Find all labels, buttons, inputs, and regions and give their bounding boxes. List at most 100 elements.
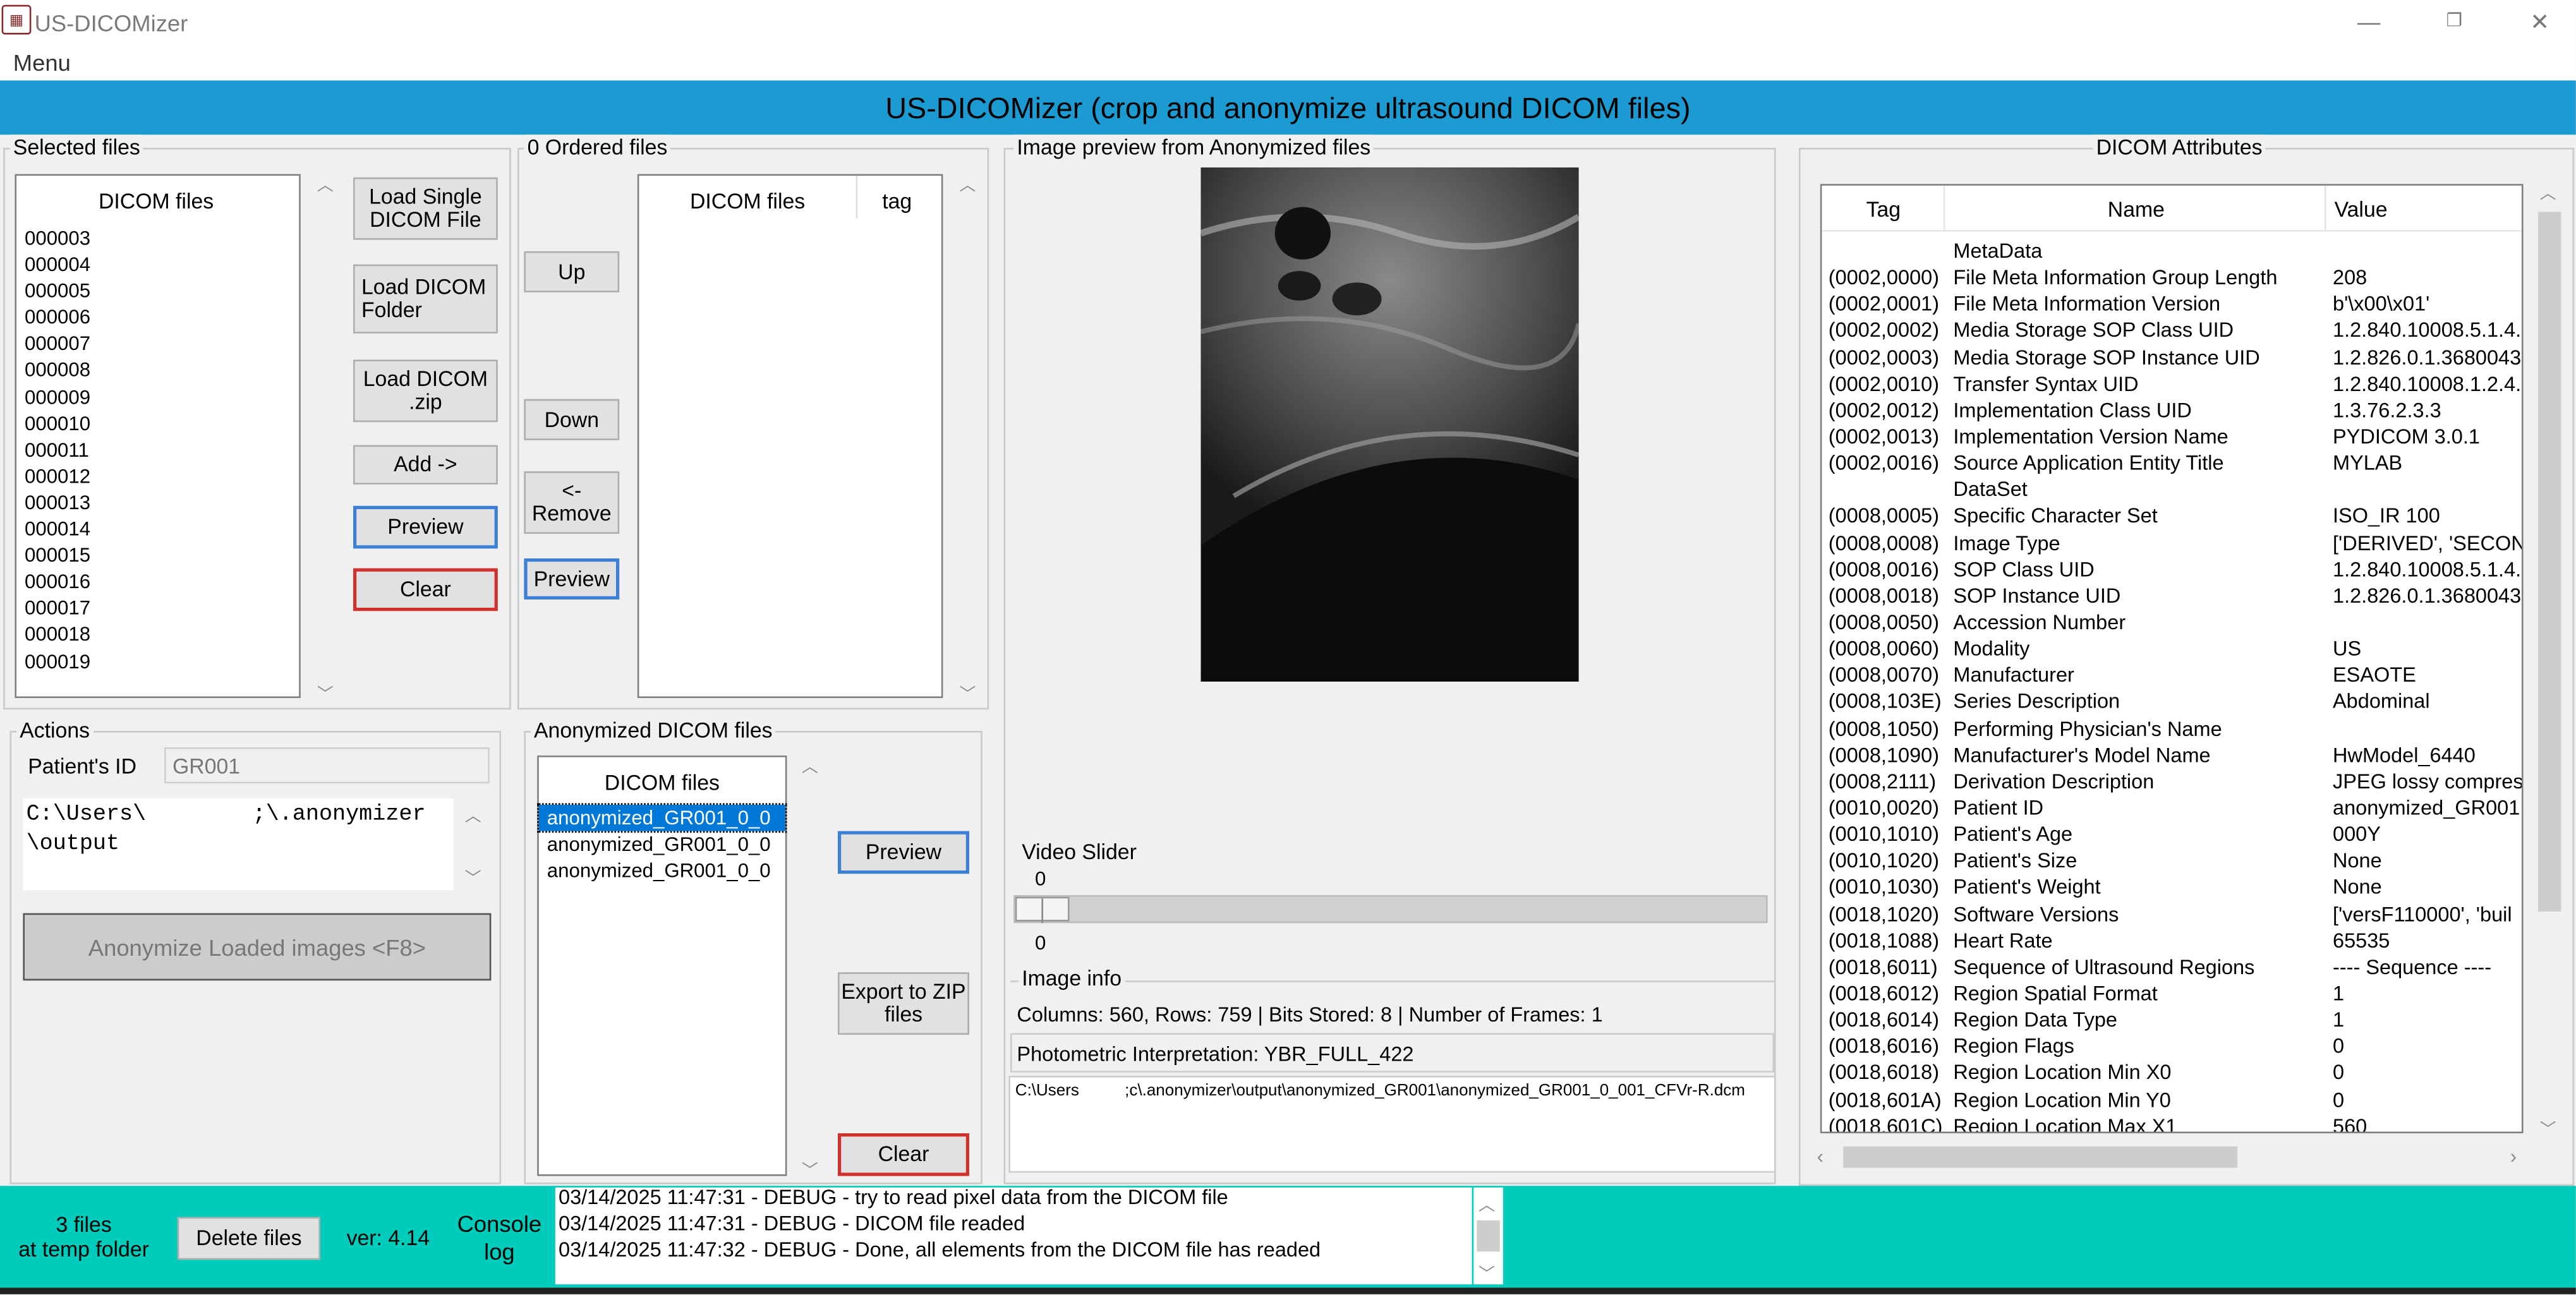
load-folder-button[interactable]: Load DICOM Folder	[353, 264, 498, 334]
ordered-files-list[interactable]: DICOM files tag	[637, 174, 943, 698]
attr-name: Region Flags	[1953, 1035, 2074, 1058]
list-item[interactable]: 000016	[25, 569, 90, 595]
anonymized-preview-button[interactable]: Preview	[838, 831, 969, 874]
attr-value: ['DERIVED', 'SECON	[2332, 531, 2524, 555]
anonymized-files-list[interactable]: DICOM files anonymized_GR001_0_0 anonymiz…	[537, 756, 787, 1176]
console-log[interactable]: 03/14/2025 11:47:31 - DEBUG - try to rea…	[555, 1187, 1472, 1285]
list-item[interactable]: 000008	[25, 357, 90, 383]
ordered-scroll-down-icon[interactable]: ﹀	[959, 680, 976, 705]
console-scroll-up-icon[interactable]: ︿	[1478, 1191, 1495, 1215]
ordered-preview-button[interactable]: Preview	[524, 558, 620, 599]
ultrasound-image	[1200, 167, 1579, 682]
scroll-up-icon[interactable]: ︿	[317, 171, 334, 196]
list-item[interactable]: 000009	[25, 383, 90, 410]
anonymized-clear-button[interactable]: Clear	[838, 1133, 969, 1176]
attr-value: ['versF110000', 'buil	[2332, 902, 2512, 926]
console-log-lines: 03/14/2025 11:47:31 - DEBUG - try to rea…	[559, 1188, 1321, 1263]
selected-preview-button[interactable]: Preview	[353, 505, 498, 549]
move-down-button[interactable]: Down	[524, 399, 620, 440]
bottom-strip	[0, 1287, 2576, 1294]
attributes-hscrollbar[interactable]: ‹ ›	[1813, 1141, 2534, 1171]
attr-scroll-up-icon[interactable]: ︿	[2540, 179, 2556, 204]
name-column-header[interactable]: Name	[2108, 197, 2165, 222]
remove-button[interactable]: <- Remove	[524, 471, 620, 534]
output-path-field[interactable]: C:\Users\ ;\.anonymizer\output	[23, 798, 454, 891]
selected-files-items: 000003 000004 000005 000006 000007 000008 0000…	[16, 225, 90, 674]
patient-id-field[interactable]: GR001	[164, 747, 490, 784]
attr-value: US	[2332, 637, 2362, 661]
anonymized-column-header: DICOM files	[604, 770, 720, 795]
value-column-header[interactable]: Value	[2335, 197, 2388, 222]
list-item[interactable]: 000006	[25, 304, 90, 331]
attr-scroll-right-icon[interactable]: ›	[2510, 1145, 2517, 1167]
attr-tag: (0008,0070)	[1828, 664, 1940, 687]
minimize-button[interactable]: —	[2336, 3, 2402, 39]
attr-value: 000Y	[2332, 822, 2381, 846]
anon-scroll-up-icon[interactable]: ︿	[802, 752, 818, 777]
anonymize-button[interactable]: Anonymize Loaded images <F8>	[23, 913, 492, 981]
list-item[interactable]: 000013	[25, 490, 90, 516]
list-item[interactable]: 000007	[25, 331, 90, 358]
list-item[interactable]: anonymized_GR001_0_0	[539, 858, 785, 884]
file-path-display: C:\Users ;c\.anonymizer\output\anonymize…	[1008, 1075, 1776, 1173]
load-zip-button[interactable]: Load DICOM .zip	[353, 359, 498, 423]
ordered-files-label: 0 Ordered files	[524, 135, 671, 160]
delete-files-button[interactable]: Delete files	[177, 1217, 320, 1260]
close-button[interactable]: ✕	[2507, 3, 2573, 39]
list-item[interactable]: 000003	[25, 225, 90, 251]
list-item[interactable]: 000004	[25, 251, 90, 278]
attr-value: JPEG lossy compres	[2332, 769, 2524, 793]
list-item[interactable]: 000019	[25, 648, 90, 675]
path-scroll-down-icon[interactable]: ﹀	[465, 864, 481, 889]
attr-value: b'\x00\x01'	[2332, 292, 2430, 316]
attr-tag: (0008,2111)	[1828, 769, 1937, 793]
anon-scroll-down-icon[interactable]: ﹀	[802, 1156, 818, 1181]
restore-button[interactable]: ❐	[2421, 3, 2487, 39]
attr-scroll-left-icon[interactable]: ‹	[1817, 1145, 1823, 1167]
ordered-scroll-up-icon[interactable]: ︿	[959, 171, 976, 196]
attr-name: Specific Character Set	[1953, 505, 2158, 528]
list-item[interactable]: 000010	[25, 410, 90, 437]
attr-value: ESAOTE	[2332, 664, 2416, 687]
video-slider-track[interactable]	[1013, 895, 1768, 924]
list-item[interactable]: 000005	[25, 278, 90, 304]
export-zip-button[interactable]: Export to ZIP files	[838, 972, 969, 1035]
attributes-vscroll-thumb[interactable]	[2537, 212, 2561, 912]
attr-value: 1.2.826.0.1.3680043	[2332, 346, 2522, 369]
attr-tag: (0010,1020)	[1828, 849, 1940, 873]
selected-files-list[interactable]: DICOM files 000003 000004 000005 000006 0000…	[15, 174, 301, 698]
attr-name: Implementation Class UID	[1953, 399, 2192, 422]
add-button[interactable]: Add ->	[353, 445, 498, 485]
list-item[interactable]: 000017	[25, 595, 90, 622]
list-item[interactable]: anonymized_GR001_0_0	[539, 831, 785, 858]
attributes-hscroll-thumb[interactable]	[1843, 1146, 2238, 1168]
list-item[interactable]: 000014	[25, 515, 90, 542]
temp-files-info: 3 files at temp folder	[10, 1212, 158, 1262]
list-item[interactable]: 000015	[25, 542, 90, 569]
console-scrollbar[interactable]: ︿ ﹀	[1473, 1187, 1503, 1285]
path-scroll-up-icon[interactable]: ︿	[465, 802, 481, 826]
video-slider-thumb[interactable]	[1015, 896, 1070, 924]
attr-name: Manufacturer's Model Name	[1953, 743, 2211, 767]
attr-value: ---- Sequence ----	[2332, 955, 2492, 979]
move-up-button[interactable]: Up	[524, 251, 620, 292]
dicom-attributes-table[interactable]: Tag Name Value MetaData (0002,0000) File M…	[1820, 184, 2524, 1133]
log-line: 03/14/2025 11:47:32 - DEBUG - Done, all …	[558, 1238, 1321, 1262]
list-item[interactable]: anonymized_GR001_0_0	[537, 803, 787, 833]
list-item[interactable]: 000011	[25, 437, 90, 463]
attr-tag: (0008,0060)	[1828, 637, 1940, 661]
attr-tag: (0018,6014)	[1828, 1008, 1940, 1032]
console-scroll-thumb[interactable]	[1477, 1220, 1500, 1252]
selected-files-column-header: DICOM files	[99, 189, 214, 214]
list-item[interactable]: 000018	[25, 622, 90, 648]
list-item[interactable]: 000012	[25, 463, 90, 490]
tag-column-header[interactable]: Tag	[1866, 197, 1901, 222]
selected-clear-button[interactable]: Clear	[353, 568, 498, 611]
load-single-file-button[interactable]: Load Single DICOM File	[353, 177, 498, 240]
menu-item-menu[interactable]: Menu	[13, 49, 71, 76]
table-header	[1822, 186, 2522, 232]
attributes-vscrollbar[interactable]: ︿ ﹀	[2534, 176, 2565, 1140]
console-scroll-down-icon[interactable]: ﹀	[1478, 1260, 1495, 1285]
attr-scroll-down-icon[interactable]: ﹀	[2540, 1115, 2556, 1140]
scroll-down-icon[interactable]: ﹀	[317, 680, 334, 705]
